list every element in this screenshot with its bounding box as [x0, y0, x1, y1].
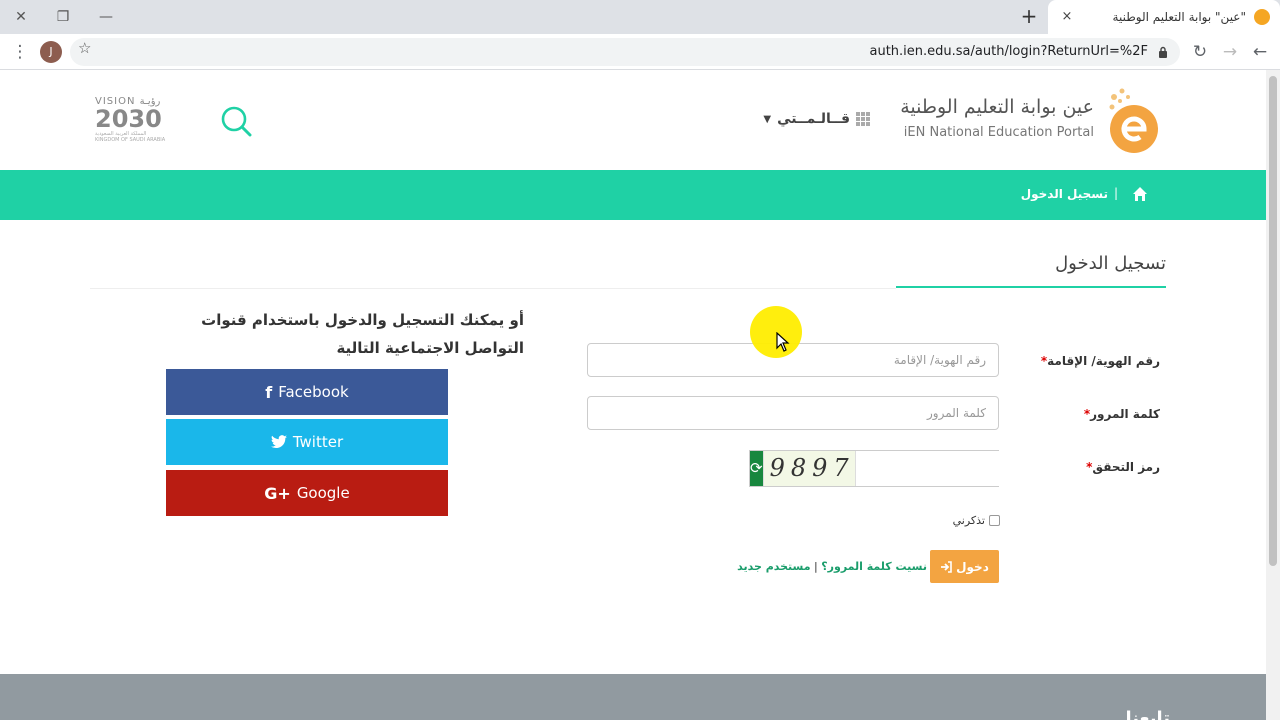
remember-me[interactable]: تذكرني [900, 512, 1000, 528]
logo-arabic-text: عين بوابة التعليم الوطنية [900, 96, 1094, 118]
page-title: تسجيل الدخول [1055, 253, 1166, 274]
ien-logo-icon [1109, 88, 1158, 153]
tab-title: "عين" بوابة التعليم الوطنية [1112, 10, 1246, 24]
breadcrumb-current: تسجيل الدخول [1020, 187, 1108, 201]
grid-icon [856, 112, 870, 126]
search-icon[interactable] [219, 104, 253, 138]
twitter-label: Twitter [292, 433, 344, 451]
breadcrumb: | تسجيل الدخول [0, 170, 1266, 220]
twitter-login-button[interactable]: Twitter [166, 419, 448, 465]
browser-toolbar: ⋮ J auth.ien.edu.sa/auth/login?ReturnUrl… [0, 34, 1280, 70]
password-label: كلمة المرور* [1040, 407, 1160, 421]
google-plus-icon: G+ [264, 483, 291, 503]
captcha-image: 9897 [762, 451, 856, 486]
home-icon[interactable] [1132, 186, 1148, 202]
screen: ✕ ❐ — + "عين" بوابة التعليم الوطنية × ⋮ … [0, 0, 1280, 720]
links-separator: | [814, 560, 818, 573]
facebook-icon: f [265, 382, 273, 402]
login-button[interactable]: دخول [930, 550, 999, 583]
favicon-icon [1254, 9, 1270, 25]
captcha-label-text: رمز التحقق [1092, 460, 1160, 474]
forward-arrow-icon[interactable]: → [1218, 40, 1242, 64]
mouse-cursor-icon [776, 332, 790, 352]
chevron-down-icon: ▼ [763, 113, 772, 125]
captcha-input[interactable] [855, 451, 1033, 486]
url-text[interactable]: auth.ien.edu.sa/auth/login?ReturnUrl=%2F [870, 38, 1149, 66]
twitter-icon [270, 435, 287, 449]
google-login-button[interactable]: G+ Google [166, 470, 448, 516]
title-underline [896, 286, 1166, 288]
captcha-group: ⟳ 9897 [749, 450, 1033, 487]
password-label-text: كلمة المرور [1090, 407, 1160, 421]
footer: تابعنا [0, 674, 1266, 720]
vision-2030-logo: VISION رؤيـة 2030 المملكة العربية السعود… [95, 96, 171, 150]
divider [90, 288, 896, 289]
bookmark-star-icon[interactable]: ☆ [78, 39, 91, 57]
window-restore-icon[interactable]: ❐ [52, 6, 74, 28]
id-label: رقم الهوية/ الإقامة* [1040, 354, 1160, 368]
google-label: Google [296, 484, 350, 502]
web-page: عين بوابة التعليم الوطنية iEN National E… [0, 70, 1266, 720]
browser-tab-bar: ✕ ❐ — + "عين" بوابة التعليم الوطنية × [0, 0, 1280, 34]
new-tab-button[interactable]: + [1018, 6, 1040, 28]
lock-icon[interactable] [1158, 46, 1168, 58]
facebook-login-button[interactable]: f Facebook [166, 369, 448, 415]
scrollbar-thumb[interactable] [1269, 76, 1277, 566]
remember-checkbox[interactable] [989, 514, 1000, 526]
vision-year: 2030 [95, 105, 162, 133]
reload-icon[interactable]: ↻ [1188, 40, 1212, 64]
captcha-refresh-icon[interactable]: ⟳ [750, 451, 763, 486]
password-input[interactable] [587, 396, 999, 430]
tab-close-icon[interactable]: × [1058, 8, 1076, 26]
social-intro-text: أو يمكنك التسجيل والدخول باستخدام قنوات … [201, 311, 524, 357]
account-links: نسيت كلمة المرور؟ | مستخدم جديد [737, 560, 927, 573]
my-list-menu[interactable]: قــالـمــتي ▼ [763, 108, 870, 130]
browser-tab-active[interactable]: "عين" بوابة التعليم الوطنية × [1048, 0, 1280, 34]
window-close-icon[interactable]: ✕ [10, 6, 32, 28]
profile-avatar[interactable]: J [40, 41, 62, 63]
sign-in-icon [941, 560, 952, 573]
remember-label: تذكرني [952, 513, 985, 527]
back-arrow-icon[interactable]: ← [1248, 40, 1272, 64]
login-button-label: دخول [956, 559, 989, 574]
forgot-password-link[interactable]: نسيت كلمة المرور؟ [821, 560, 927, 573]
footer-title: تابعنا [1125, 708, 1170, 720]
my-list-label: قــالـمــتي [777, 111, 850, 127]
breadcrumb-separator: | [1114, 186, 1119, 200]
address-bar[interactable]: auth.ien.edu.sa/auth/login?ReturnUrl=%2F [70, 38, 1180, 66]
new-user-link[interactable]: مستخدم جديد [737, 560, 810, 573]
captcha-label: رمز التحقق* [1040, 460, 1160, 474]
id-label-text: رقم الهوية/ الإقامة [1047, 354, 1160, 368]
facebook-label: Facebook [278, 383, 349, 401]
page-scrollbar[interactable] [1266, 70, 1280, 720]
window-minimize-icon[interactable]: — [95, 6, 117, 28]
logo-english-text: iEN National Education Portal [903, 125, 1094, 140]
browser-menu-icon[interactable]: ⋮ [8, 40, 32, 64]
